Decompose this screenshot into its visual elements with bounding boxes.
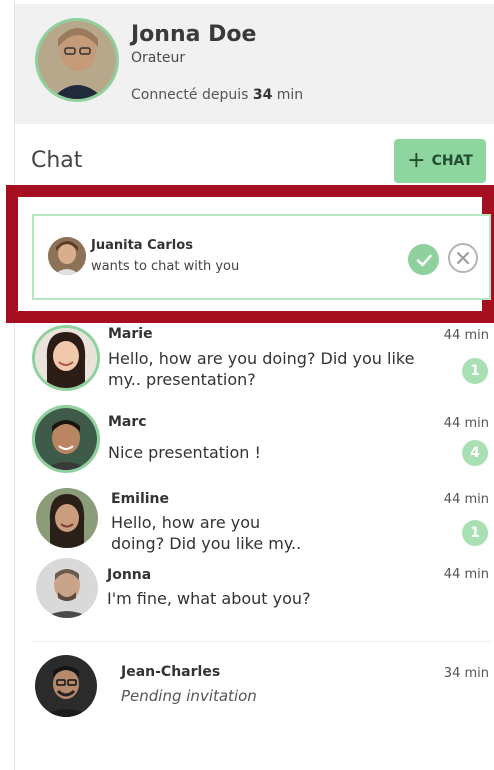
conversation-message: I'm fine, what about you? [107,589,311,608]
profile-role: Orateur [131,50,186,66]
invitation-text: wants to chat with you [91,259,240,274]
conversation-item-marc[interactable]: Marc Nice presentation ! 44 min 4 [15,405,494,475]
conversation-item-emiline[interactable]: Emiline Hello, how are you doing? Did yo… [15,486,494,556]
connection-status: Connecté depuis 34 min [131,87,303,103]
conversation-name: Jean-Charles [121,664,221,680]
conversation-message: Nice presentation ! [108,443,261,462]
invitation-avatar [48,237,86,275]
conversation-message: Hello, how are you doing? Did you like m… [108,349,415,389]
chat-invitation-card: Juanita Carlos wants to chat with you [32,214,491,300]
invitation-sender-name: Juanita Carlos [91,238,193,253]
decline-invitation-button[interactable] [448,243,478,273]
profile-photo [38,21,116,99]
add-chat-button[interactable]: + CHAT [394,139,486,183]
marc-photo [35,408,97,470]
profile-name: Jonna Doe [131,22,257,47]
status-duration: 34 [252,87,273,103]
plus-icon: + [407,148,426,173]
conversation-item-marie[interactable]: Marie Hello, how are you doing? Did you … [15,325,494,395]
status-prefix: Connecté depuis [131,87,253,103]
chat-title: Chat [31,148,83,173]
add-chat-label: CHAT [431,153,473,169]
emiline-avatar [36,488,98,548]
conversation-name: Jonna [107,567,152,583]
marie-avatar [32,325,100,391]
conversation-message: Pending invitation [121,687,257,705]
list-divider [32,641,491,642]
conversation-name: Emiline [111,491,170,507]
unread-badge: 1 [462,358,488,384]
close-icon [457,252,469,264]
conversation-name: Marie [108,326,153,342]
profile-header: Jonna Doe Orateur Connecté depuis 34 min [15,4,494,124]
conversation-time: 34 min [443,666,489,681]
jonna-avatar [36,558,98,618]
invitation-photo [48,237,86,275]
marc-avatar [32,405,100,473]
status-unit: min [272,87,304,103]
conversation-item-jonna[interactable]: Jonna I'm fine, what about you? 44 min [15,558,494,628]
jean-charles-avatar [35,655,97,717]
checkmark-icon [416,254,432,266]
jean-charles-photo [35,655,97,717]
conversation-name: Marc [108,414,147,430]
conversation-time: 44 min [443,492,489,507]
conversation-time: 44 min [443,328,489,343]
unread-badge: 4 [462,440,488,466]
conversation-message: Hello, how are you doing? Did you like m… [111,513,302,553]
conversation-item-jean-charles[interactable]: Jean-Charles Pending invitation 34 min [15,655,494,725]
unread-badge: 1 [462,520,488,546]
profile-avatar[interactable] [35,18,119,102]
marie-photo [35,328,97,388]
emiline-photo [36,488,98,548]
conversation-time: 44 min [443,416,489,431]
accept-invitation-button[interactable] [408,244,439,275]
jonna-photo [36,558,98,618]
conversation-time: 44 min [443,567,489,582]
